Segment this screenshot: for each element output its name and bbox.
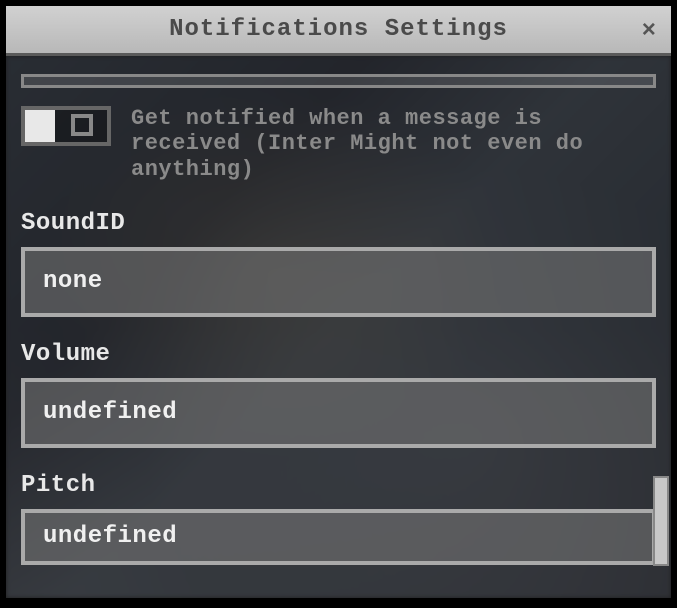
soundid-input[interactable] [21, 247, 656, 317]
soundid-label: SoundID [21, 210, 656, 237]
scrollbar-thumb[interactable] [653, 476, 669, 566]
top-divider-bar [21, 74, 656, 88]
notification-toggle[interactable] [21, 106, 111, 146]
toggle-off-indicator-icon [71, 114, 93, 136]
pitch-input[interactable] [21, 509, 656, 565]
window-title: Notifications Settings [169, 16, 508, 43]
pitch-label: Pitch [21, 472, 656, 499]
toggle-thumb [25, 110, 55, 142]
settings-window: Notifications Settings × Get notified wh… [2, 2, 675, 602]
volume-input[interactable] [21, 378, 656, 448]
close-icon[interactable]: × [642, 18, 656, 45]
notification-toggle-row: Get notified when a message is received … [21, 106, 656, 182]
content-area: Get notified when a message is received … [6, 56, 671, 598]
titlebar: Notifications Settings × [6, 6, 671, 56]
notification-toggle-description: Get notified when a message is received … [131, 106, 656, 182]
scroll-area: Get notified when a message is received … [21, 66, 656, 588]
volume-label: Volume [21, 341, 656, 368]
